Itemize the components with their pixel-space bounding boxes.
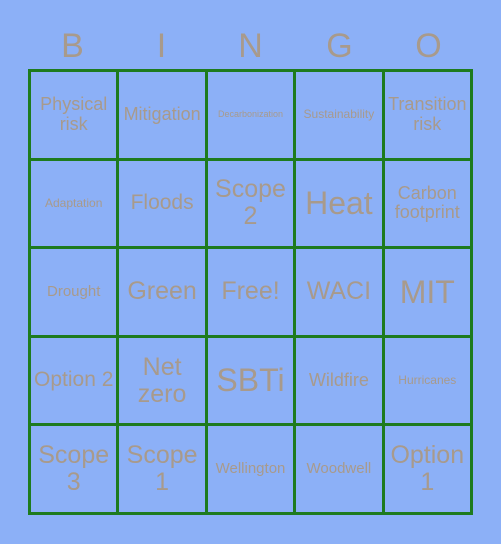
bingo-grid: Physical risk Mitigation Decarbonization Su… — [28, 69, 473, 515]
bingo-cell-label: Wellington — [215, 460, 286, 478]
bingo-cell-r2c5[interactable]: Carbon footprint — [384, 160, 473, 250]
bingo-cell-r2c4[interactable]: Heat — [296, 160, 385, 250]
bingo-cell-label: Option 1 — [390, 441, 465, 497]
bingo-cell-r2c1[interactable]: Adaptation — [31, 160, 120, 250]
bingo-cell-r2c2[interactable]: Floods — [119, 160, 208, 250]
bingo-cell-r4c4[interactable]: Wildfire — [296, 337, 385, 427]
bingo-header-letter-i: I — [156, 26, 167, 65]
bingo-cell-label: Woodwell — [306, 460, 372, 478]
bingo-cell-label: Scope 2 — [215, 175, 286, 231]
bingo-cell-r1c5[interactable]: Transition risk — [384, 72, 473, 161]
bingo-cell-r4c5[interactable]: Hurricanes — [384, 337, 473, 427]
bingo-header-letter-b: B — [61, 26, 84, 65]
bingo-cell-label: Wildfire — [308, 369, 369, 390]
bingo-cell-label: Sustainability — [303, 107, 375, 122]
bingo-cell-r1c4[interactable]: Sustainability — [296, 72, 385, 161]
bingo-cell-r3c4[interactable]: WACI — [296, 249, 385, 338]
bingo-cell-label: Option 2 — [34, 368, 114, 392]
bingo-cell-r3c3[interactable]: Free! — [207, 249, 297, 338]
bingo-header-letter-o: O — [415, 26, 442, 65]
bingo-cell-r3c5[interactable]: MIT — [384, 249, 473, 338]
bingo-cell-label: Transition risk — [388, 94, 467, 134]
bingo-cell-r5c5[interactable]: Option 1 — [384, 426, 473, 515]
bingo-header-letter-g: G — [326, 26, 353, 65]
bingo-cell-r3c1[interactable]: Drought — [31, 249, 120, 338]
bingo-cell-label: Net zero — [137, 352, 187, 408]
bingo-header-letter-n: N — [238, 26, 263, 65]
bingo-cell-label: Free! — [221, 277, 280, 306]
bingo-cell-label: Decarbonization — [217, 108, 284, 119]
bingo-cell-r1c1[interactable]: Physical risk — [31, 72, 120, 161]
bingo-cell-label: Green — [127, 277, 197, 306]
bingo-cell-label: MIT — [399, 273, 455, 310]
bingo-cell-r4c3[interactable]: SBTi — [207, 337, 297, 427]
bingo-cell-r3c2[interactable]: Green — [119, 249, 208, 338]
bingo-cell-r2c3[interactable]: Scope 2 — [207, 160, 297, 250]
bingo-cell-r5c4[interactable]: Woodwell — [296, 426, 385, 515]
bingo-cell-label: Adaptation — [45, 195, 103, 210]
bingo-header: BINGO — [28, 22, 473, 69]
bingo-cell-r5c2[interactable]: Scope 1 — [119, 426, 208, 515]
bingo-cell-label: Hurricanes — [398, 373, 457, 388]
bingo-cell-label: Heat — [305, 185, 373, 222]
bingo-cell-label: Mitigation — [123, 104, 201, 125]
bingo-cell-label: Scope 3 — [38, 441, 110, 497]
bingo-cell-label: Drought — [47, 282, 101, 300]
bingo-card: B I N G O Physical risk Mitigation Decarboniza… — [0, 0, 501, 544]
bingo-cell-label: Floods — [130, 191, 194, 215]
bingo-cell-r5c3[interactable]: Wellington — [207, 426, 297, 515]
bingo-cell-r5c1[interactable]: Scope 3 — [31, 426, 120, 515]
bingo-cell-r4c2[interactable]: Net zero — [119, 337, 208, 427]
bingo-cell-label: Physical risk — [40, 94, 108, 134]
bingo-cell-label: Scope 1 — [126, 441, 198, 497]
bingo-cell-label: Carbon footprint — [394, 182, 460, 223]
bingo-cell-r4c1[interactable]: Option 2 — [31, 337, 120, 427]
bingo-cell-r1c2[interactable]: Mitigation — [119, 72, 208, 161]
bingo-cell-r1c3[interactable]: Decarbonization — [207, 72, 297, 161]
bingo-cell-label: WACI — [306, 277, 372, 306]
bingo-cell-label: SBTi — [216, 362, 285, 399]
